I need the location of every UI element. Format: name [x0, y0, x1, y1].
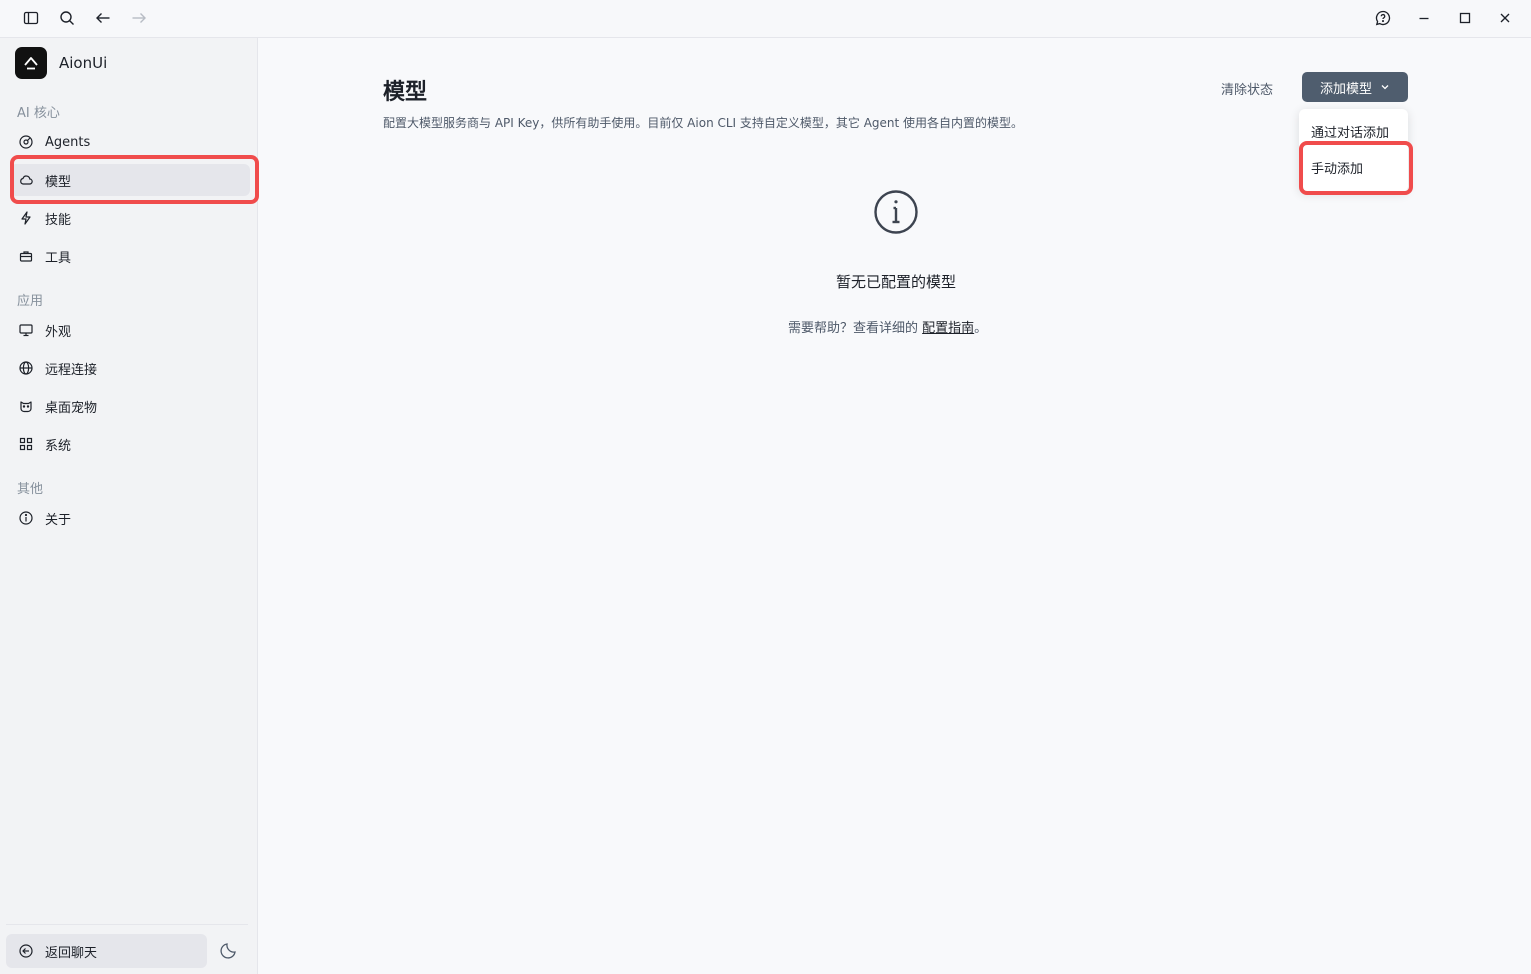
- cloud-icon: [19, 173, 33, 187]
- sidebar-item-system[interactable]: 系统: [10, 428, 250, 460]
- globe-icon: [19, 361, 33, 375]
- menu-item-add-manually[interactable]: 手动添加: [1311, 158, 1363, 177]
- sidebar-item-label: Agents: [45, 134, 91, 150]
- sidebar-item-label: 桌面宠物: [45, 400, 98, 416]
- back-to-chat-button[interactable]: 返回聊天: [6, 934, 207, 968]
- add-model-dropdown: 通过对话添加 手动添加: [1299, 109, 1408, 192]
- help-suffix: 。: [974, 321, 988, 336]
- empty-state-help: 需要帮助？查看详细的 配置指南。: [788, 317, 987, 336]
- sidebar: AionUi AI 核心 Agents 模型 技能 工具 应用 外观 远程连接 …: [0, 38, 259, 974]
- toolbox-icon: [19, 249, 33, 263]
- section-label-apps: 应用: [17, 294, 44, 309]
- sidebar-item-label: 外观: [45, 324, 72, 340]
- sidebar-item-label: 系统: [45, 438, 72, 454]
- sidebar-item-models[interactable]: 模型: [10, 164, 250, 196]
- title-bar: [0, 0, 1531, 38]
- sidebar-item-desktop-pet[interactable]: 桌面宠物: [10, 390, 250, 422]
- target-icon: [19, 135, 33, 149]
- sidebar-item-label: 模型: [45, 174, 72, 190]
- sidebar-item-label: 工具: [45, 250, 72, 266]
- info-icon: [19, 511, 33, 525]
- page-description: 配置大模型服务商与 API Key，供所有助手使用。目前仅 Aion CLI 支…: [383, 116, 1024, 130]
- chevron-down-icon: [1381, 85, 1389, 90]
- menu-item-add-via-chat[interactable]: 通过对话添加: [1311, 122, 1389, 141]
- back-circle-icon: [19, 944, 33, 958]
- divider: [6, 924, 248, 925]
- sidebar-item-appearance[interactable]: 外观: [10, 314, 250, 346]
- toggle-sidebar-icon[interactable]: [17, 5, 45, 31]
- sidebar-item-label: 关于: [45, 512, 72, 528]
- back-to-chat-label: 返回聊天: [45, 945, 98, 961]
- moon-icon[interactable]: [219, 940, 239, 960]
- forward-arrow-icon[interactable]: [125, 5, 153, 31]
- app-logo: [15, 47, 47, 79]
- app-name: AionUi: [59, 54, 108, 72]
- monitor-icon: [19, 323, 33, 337]
- maximize-icon[interactable]: [1451, 5, 1479, 31]
- info-circle-icon: [874, 190, 918, 234]
- search-icon[interactable]: [53, 5, 81, 31]
- pet-icon: [19, 399, 33, 413]
- sidebar-item-label: 远程连接: [45, 362, 98, 378]
- lightning-icon: [19, 211, 33, 225]
- sidebar-item-remote[interactable]: 远程连接: [10, 352, 250, 384]
- back-arrow-icon[interactable]: [89, 5, 117, 31]
- page-title: 模型: [383, 80, 428, 105]
- section-label-other: 其他: [17, 482, 44, 497]
- feedback-icon[interactable]: [1369, 5, 1397, 31]
- empty-state-title: 暂无已配置的模型: [835, 273, 956, 291]
- clear-status-button[interactable]: 清除状态: [1221, 79, 1273, 98]
- sidebar-item-skills[interactable]: 技能: [10, 202, 250, 234]
- close-icon[interactable]: [1491, 5, 1519, 31]
- section-label-ai-core: AI 核心: [17, 106, 60, 121]
- grid-icon: [19, 437, 33, 451]
- sidebar-item-label: 技能: [45, 212, 72, 228]
- sidebar-item-tools[interactable]: 工具: [10, 240, 250, 272]
- add-model-button[interactable]: 添加模型: [1302, 72, 1408, 102]
- sidebar-item-about[interactable]: 关于: [10, 502, 250, 534]
- minimize-icon[interactable]: [1410, 5, 1438, 31]
- add-model-label: 添加模型: [1319, 81, 1372, 97]
- sidebar-item-agents[interactable]: Agents: [10, 126, 250, 158]
- help-prefix: 需要帮助？查看详细的: [788, 321, 923, 336]
- config-guide-link[interactable]: 配置指南: [922, 321, 974, 336]
- brand: AionUi: [15, 47, 107, 79]
